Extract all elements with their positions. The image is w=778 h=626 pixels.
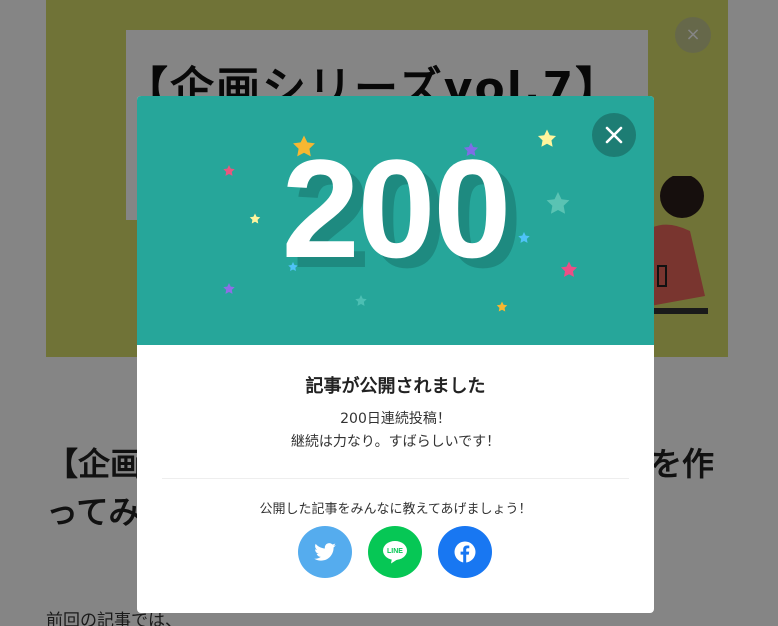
close-icon — [605, 126, 623, 144]
svg-text:LINE: LINE — [387, 548, 403, 555]
divider — [162, 478, 629, 479]
share-facebook-button[interactable] — [438, 526, 492, 578]
line-icon: LINE — [383, 541, 407, 564]
facebook-icon — [454, 541, 476, 563]
encouragement-message: 継続は力なり。すばらしいです！ — [290, 434, 501, 450]
twitter-icon — [314, 543, 336, 561]
close-button[interactable] — [592, 113, 636, 157]
streak-message: 200日連続投稿！ — [340, 411, 451, 427]
share-twitter-button[interactable] — [298, 526, 352, 578]
streak-number: 200 — [281, 130, 512, 287]
modal-header: 200 — [137, 96, 654, 345]
share-prompt: 公開した記事をみんなに教えてあげましょう！ — [259, 502, 532, 517]
publish-success-modal: 200 記事が公開されました 200日連続投稿！ 継続は力なり。すばらしいです！… — [137, 96, 654, 613]
modal-title: 記事が公開されました — [305, 376, 486, 397]
share-line-button[interactable]: LINE — [368, 526, 422, 578]
